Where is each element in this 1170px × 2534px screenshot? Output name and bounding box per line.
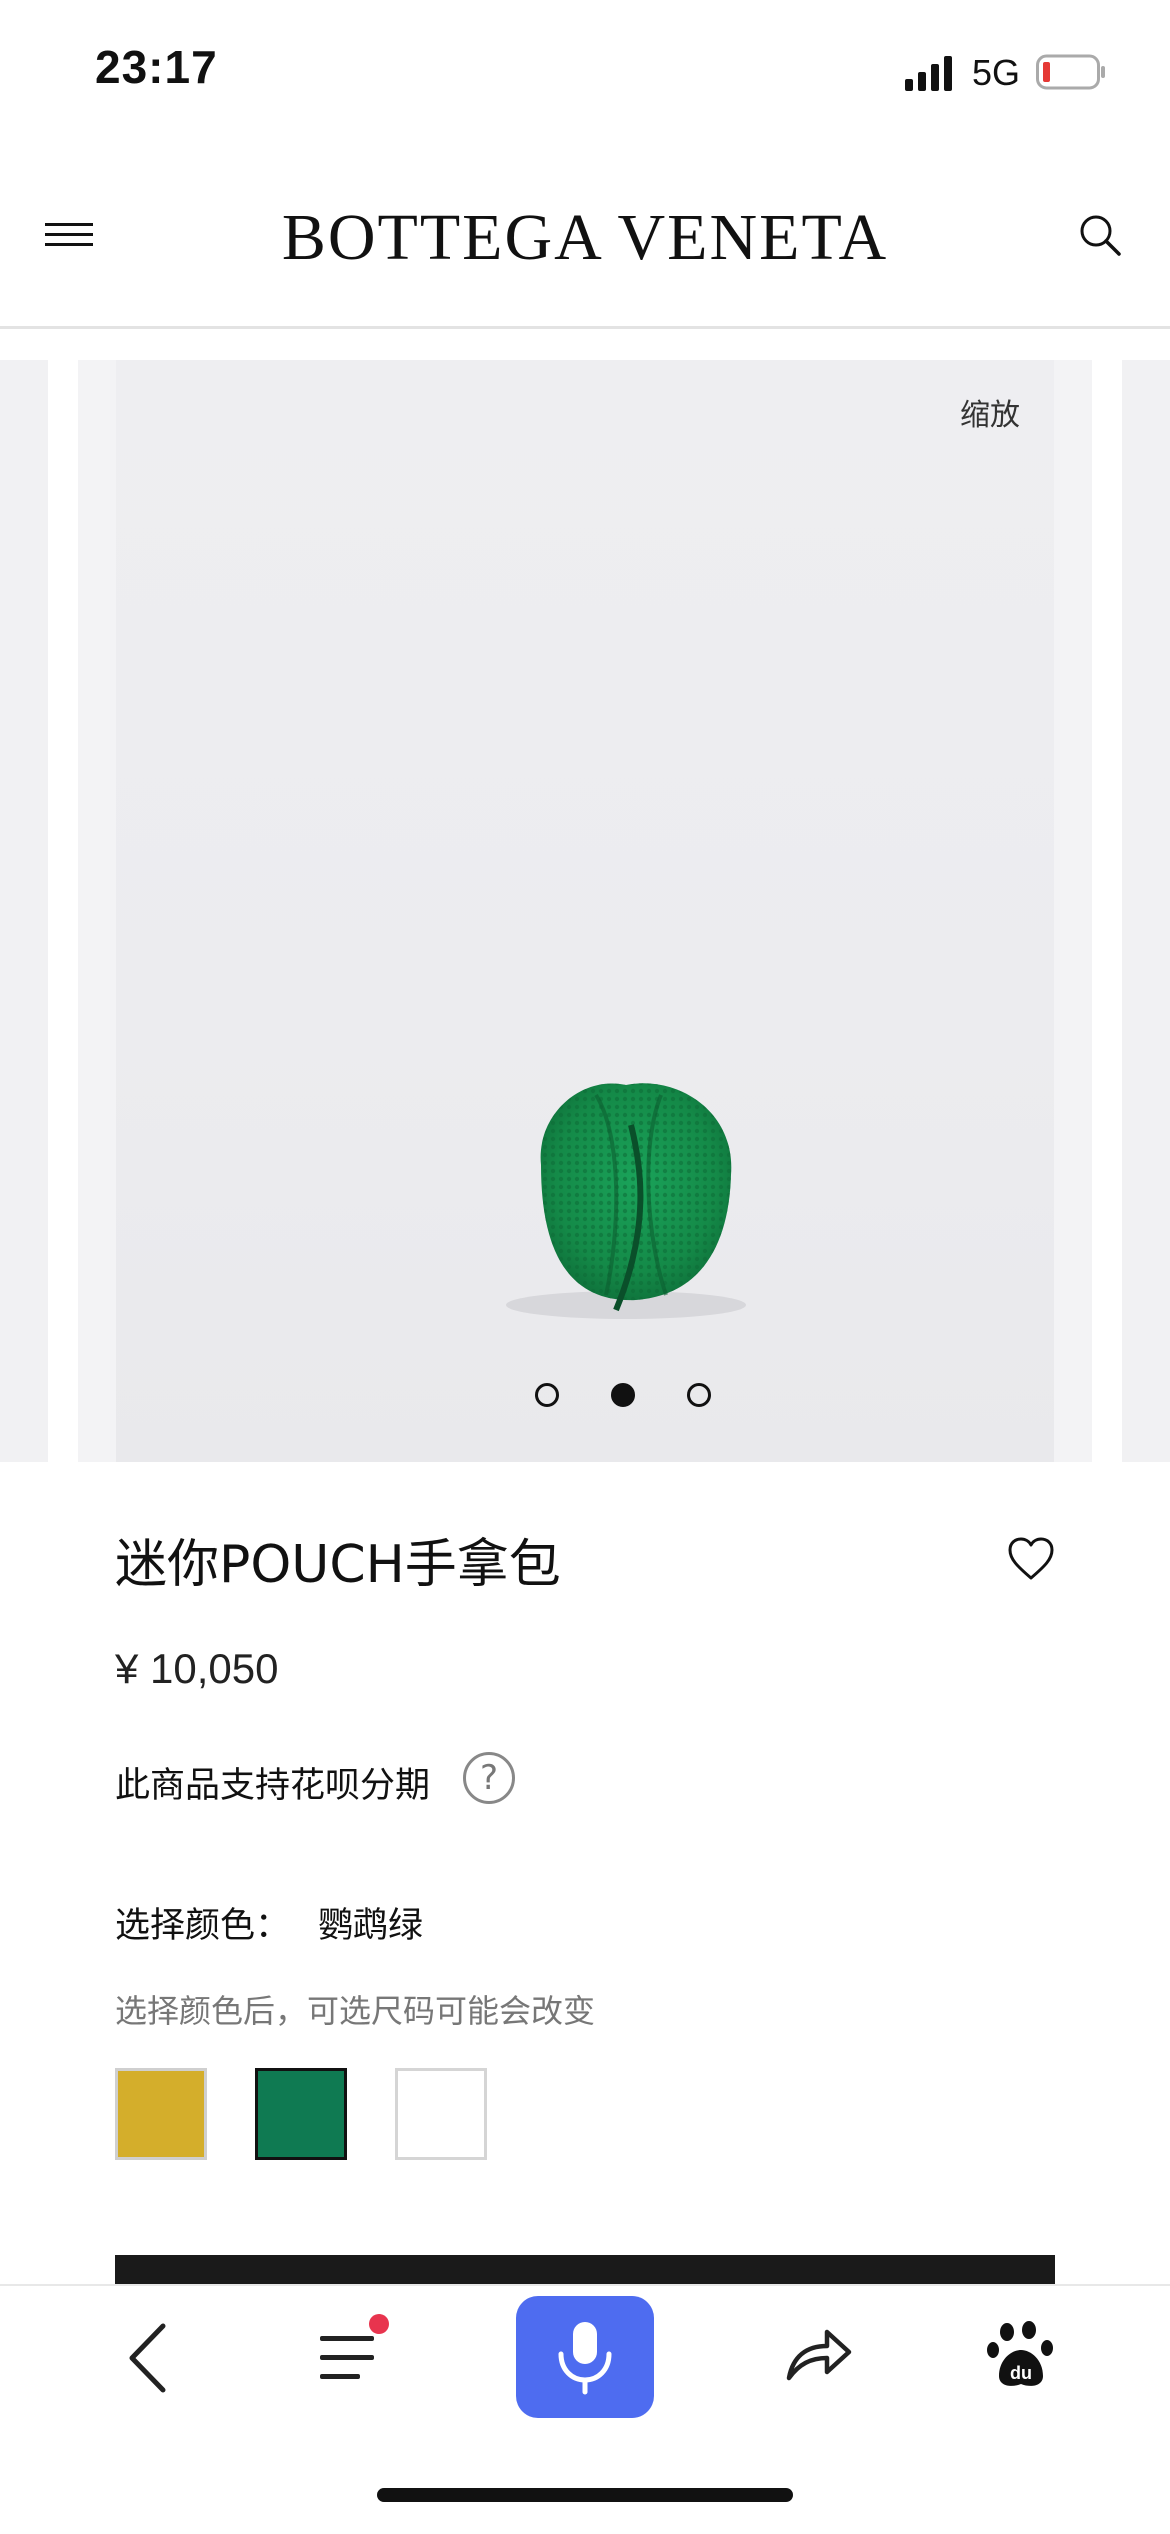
voice-search-button[interactable] [516, 2296, 654, 2418]
gallery-slide[interactable]: 缩放 [78, 360, 1092, 1462]
product-gallery[interactable]: 缩放 [0, 360, 1170, 1462]
brand-logo[interactable]: BOTTEGA VENETA [0, 200, 1170, 276]
product-photo[interactable]: 缩放 [116, 360, 1054, 1462]
network-type: 5G [972, 52, 1021, 93]
battery-icon [1036, 54, 1105, 90]
color-swatch-yellow[interactable] [115, 2068, 207, 2160]
zoom-button[interactable]: 缩放 [960, 390, 1020, 434]
color-hint: 选择颜色后，可选尺码可能会改变 [115, 1992, 596, 2030]
previous-slide-peek[interactable] [0, 360, 48, 1462]
color-swatch-white[interactable] [395, 2068, 487, 2160]
selected-color-name: 鹦鹉绿 [318, 1906, 424, 1946]
paw-icon[interactable]: du [985, 2318, 1057, 2390]
color-selection-row: 选择颜色： 鹦鹉绿 [115, 1897, 423, 1948]
product-price: ¥ 10,050 [115, 1645, 279, 1692]
share-icon[interactable] [783, 2318, 855, 2390]
header-divider [0, 326, 1170, 329]
microphone-icon [558, 2322, 612, 2395]
help-question-icon[interactable]: ? [463, 1752, 515, 1804]
back-icon[interactable] [115, 2318, 180, 2398]
pagination-dot-3[interactable] [687, 1383, 711, 1407]
search-icon[interactable] [1075, 210, 1125, 260]
home-indicator [377, 2488, 793, 2502]
wishlist-heart-icon[interactable] [1007, 1536, 1055, 1584]
svg-text:du: du [1010, 2363, 1032, 2383]
signal-icon [905, 56, 952, 91]
color-label: 选择颜色： [115, 1906, 291, 1946]
installment-note: 此商品支持花呗分期 [115, 1766, 431, 1806]
pagination-dot-2[interactable] [611, 1383, 635, 1407]
color-swatch-green[interactable] [255, 2068, 347, 2160]
add-to-bag-button[interactable] [115, 2255, 1055, 2285]
notification-badge [369, 2314, 389, 2334]
pagination-dot-1[interactable] [535, 1383, 559, 1407]
green-pouch-image [506, 1083, 746, 1319]
gallery-pagination [116, 1383, 1130, 1413]
status-time: 23:17 [95, 41, 218, 93]
product-title: 迷你POUCH手拿包 [115, 1535, 561, 1595]
next-slide-peek[interactable] [1122, 360, 1170, 1462]
